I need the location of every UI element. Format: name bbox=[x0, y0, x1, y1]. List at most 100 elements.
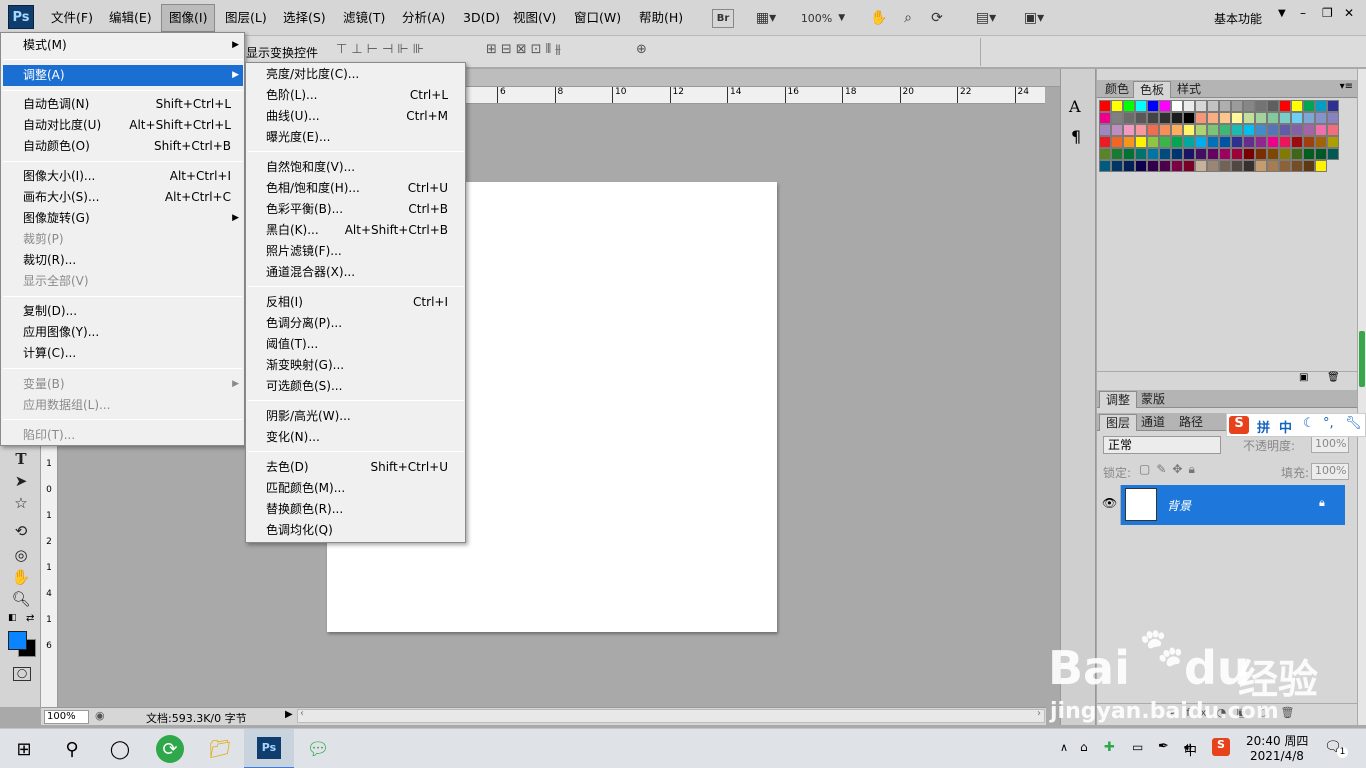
clock-time[interactable]: 20:40 周四 bbox=[1246, 732, 1308, 749]
color-swatch[interactable] bbox=[1303, 160, 1315, 172]
task-view-button[interactable]: ◯ bbox=[106, 735, 134, 763]
color-swatch[interactable] bbox=[1159, 112, 1171, 124]
color-swatch[interactable] bbox=[1183, 112, 1195, 124]
color-swatch[interactable] bbox=[1279, 100, 1291, 112]
default-colors-icon[interactable]: ◧ bbox=[8, 613, 17, 623]
adjustment-menu-item[interactable]: 色调均化(Q) bbox=[248, 520, 464, 541]
ime-indicator[interactable]: 中 bbox=[1184, 740, 1197, 759]
browser-taskbar-button[interactable]: ⟳ bbox=[156, 735, 184, 763]
color-swatch[interactable] bbox=[1123, 160, 1135, 172]
ime-pinyin[interactable]: 拼 bbox=[1257, 417, 1270, 436]
adjustment-menu-item[interactable]: 阈值(T)... bbox=[248, 334, 464, 355]
adjustment-menu-item[interactable]: 曝光度(E)... bbox=[248, 127, 464, 148]
color-swatch[interactable] bbox=[1255, 136, 1267, 148]
color-swatch[interactable] bbox=[1327, 136, 1339, 148]
pen-icon[interactable]: ✒ bbox=[1158, 739, 1169, 754]
minimize-icon[interactable]: – bbox=[1300, 6, 1306, 20]
color-swatch[interactable] bbox=[1219, 160, 1231, 172]
color-swatch[interactable] bbox=[1135, 148, 1147, 160]
color-swatch[interactable] bbox=[1195, 124, 1207, 136]
color-swatch[interactable] bbox=[1291, 136, 1303, 148]
color-swatch[interactable] bbox=[1099, 160, 1111, 172]
menu-help[interactable]: 帮助(H) bbox=[632, 0, 690, 36]
image-menu-item[interactable]: 图像大小(I)... Alt+Ctrl+I bbox=[3, 166, 243, 187]
image-menu-item[interactable]: 模式(M) ▶ bbox=[3, 35, 243, 56]
lock-options-icon[interactable]: ▢✎✥🔒︎ bbox=[1139, 462, 1201, 477]
adjustment-menu-item[interactable]: 色调分离(P)... bbox=[248, 313, 464, 334]
scroll-right-icon[interactable]: › bbox=[1037, 708, 1041, 719]
adjustment-menu-item[interactable]: 去色(D) Shift+Ctrl+U bbox=[248, 457, 464, 478]
adjustment-menu-item[interactable]: 亮度/对比度(C)... bbox=[248, 64, 464, 85]
sogou-icon[interactable]: S bbox=[1229, 416, 1249, 434]
color-swatch[interactable] bbox=[1207, 136, 1219, 148]
menu-edit[interactable]: 编辑(E) bbox=[102, 0, 159, 36]
tab-color[interactable]: 颜色 bbox=[1099, 81, 1135, 98]
color-swatch[interactable] bbox=[1159, 136, 1171, 148]
color-swatch[interactable] bbox=[1159, 160, 1171, 172]
tab-styles[interactable]: 样式 bbox=[1171, 81, 1207, 98]
workspace-switcher[interactable]: 基本功能 bbox=[1214, 10, 1262, 27]
3d-rotate-icon[interactable]: ⟲ bbox=[10, 521, 32, 541]
color-swatch[interactable] bbox=[1267, 112, 1279, 124]
color-swatch[interactable] bbox=[1231, 148, 1243, 160]
adjustment-menu-item[interactable]: 色阶(L)... Ctrl+L bbox=[248, 85, 464, 106]
color-swatch[interactable] bbox=[1099, 100, 1111, 112]
tab-adjustments[interactable]: 调整 bbox=[1099, 391, 1138, 408]
color-swatch[interactable] bbox=[1147, 112, 1159, 124]
color-swatch[interactable] bbox=[1315, 136, 1327, 148]
color-swatch[interactable] bbox=[1267, 148, 1279, 160]
zoom-level-dropdown[interactable]: 100% ▼ bbox=[796, 7, 850, 29]
adjustment-menu-item[interactable]: 反相(I) Ctrl+I bbox=[248, 292, 464, 313]
image-menu-item[interactable]: 自动颜色(O) Shift+Ctrl+B bbox=[3, 136, 243, 157]
image-menu-item[interactable]: 自动对比度(U) Alt+Shift+Ctrl+L bbox=[3, 115, 243, 136]
ime-mode[interactable]: 中 bbox=[1279, 417, 1292, 436]
opacity-field[interactable]: 100% bbox=[1311, 436, 1349, 453]
status-menu-arrow-icon[interactable]: ▶ bbox=[285, 709, 293, 720]
layer-name[interactable]: 背景 bbox=[1167, 497, 1191, 514]
color-swatch[interactable] bbox=[1207, 100, 1219, 112]
adjustment-menu-item[interactable]: 匹配颜色(M)... bbox=[248, 478, 464, 499]
type-tool-icon[interactable]: T bbox=[10, 449, 32, 469]
color-swatch[interactable] bbox=[1291, 112, 1303, 124]
adjustment-menu-item[interactable]: 变化(N)... bbox=[248, 427, 464, 448]
color-swatch[interactable] bbox=[1255, 100, 1267, 112]
menu-filter[interactable]: 滤镜(T) bbox=[336, 0, 392, 36]
adjustment-menu-item[interactable]: 可选颜色(S)... bbox=[248, 376, 464, 397]
color-swatch[interactable] bbox=[1183, 136, 1195, 148]
color-swatch[interactable] bbox=[1327, 148, 1339, 160]
network-icon[interactable]: ⌂ bbox=[1080, 740, 1088, 754]
color-swatch[interactable] bbox=[1219, 136, 1231, 148]
color-swatch[interactable] bbox=[1183, 100, 1195, 112]
security-icon[interactable]: ✚ bbox=[1104, 740, 1115, 755]
image-menu-item[interactable]: 应用图像(Y)... bbox=[3, 322, 243, 343]
color-swatch[interactable] bbox=[1159, 124, 1171, 136]
tray-expand-icon[interactable]: ∧ bbox=[1060, 741, 1068, 754]
image-menu-item[interactable]: 复制(D)... bbox=[3, 301, 243, 322]
close-icon[interactable]: ✕ bbox=[1344, 6, 1354, 20]
adjustment-menu-item[interactable]: 色彩平衡(B)... Ctrl+B bbox=[248, 199, 464, 220]
color-swatch[interactable] bbox=[1303, 148, 1315, 160]
horizontal-scrollbar[interactable]: ‹ › bbox=[297, 708, 1045, 723]
distribute-buttons-icon[interactable]: ⊞⊟⊠⊡⫴⫵ bbox=[486, 42, 565, 57]
adjustment-menu-item[interactable]: 替换颜色(R)... bbox=[248, 499, 464, 520]
color-swatch[interactable] bbox=[1147, 136, 1159, 148]
adjustment-menu-item[interactable]: 黑白(K)... Alt+Shift+Ctrl+B bbox=[248, 220, 464, 241]
tab-swatches[interactable]: 色板 bbox=[1133, 81, 1172, 98]
tab-channels[interactable]: 通道 bbox=[1135, 414, 1171, 431]
color-swatch[interactable] bbox=[1315, 124, 1327, 136]
battery-icon[interactable]: ▭ bbox=[1132, 740, 1143, 754]
color-swatch[interactable] bbox=[1219, 148, 1231, 160]
color-swatch[interactable] bbox=[1255, 112, 1267, 124]
blend-mode-select[interactable]: 正常 bbox=[1103, 436, 1221, 454]
color-swatch[interactable] bbox=[1207, 148, 1219, 160]
color-swatch[interactable] bbox=[1291, 148, 1303, 160]
color-swatch[interactable] bbox=[1279, 124, 1291, 136]
color-swatch[interactable] bbox=[1243, 100, 1255, 112]
color-swatch[interactable] bbox=[1171, 148, 1183, 160]
wrench-icon[interactable]: 🔧︎ bbox=[1345, 416, 1362, 431]
file-explorer-button[interactable]: 📁︎ bbox=[206, 735, 234, 763]
color-swatch[interactable] bbox=[1231, 112, 1243, 124]
color-swatch[interactable] bbox=[1195, 136, 1207, 148]
menu-file[interactable]: 文件(F) bbox=[44, 0, 100, 36]
zoom-tool-button[interactable]: ⌕ bbox=[897, 7, 919, 29]
